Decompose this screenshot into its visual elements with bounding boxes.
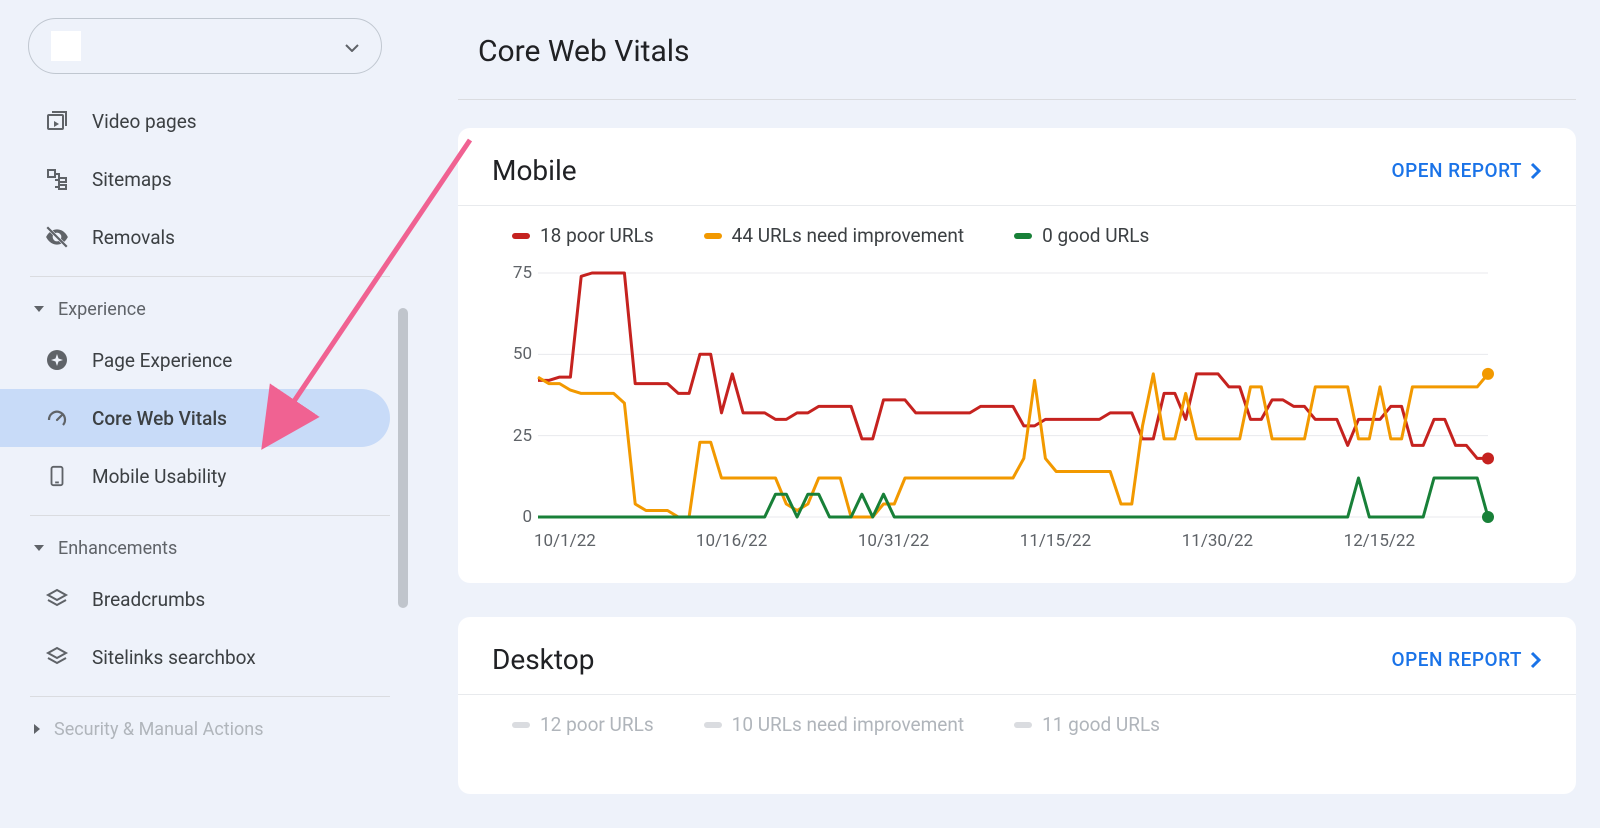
open-report-button[interactable]: OPEN REPORT [1392,159,1542,182]
card-title-mobile: Mobile [492,154,577,187]
speed-icon [44,405,70,431]
legend-swatch-ni [704,233,722,239]
sidebar-item-removals[interactable]: Removals [0,208,390,266]
mobile-chart: 0 25 50 75 10/1/22 10/16/22 10/31/22 11/15/22 1… [498,265,1542,561]
sitemaps-icon [44,166,70,192]
sidebar-item-label: Page Experience [92,349,232,372]
x-tick-label: 11/30/22 [1182,531,1253,551]
y-tick-label: 50 [498,344,532,364]
sidebar-item-mobile-usability[interactable]: Mobile Usability [0,447,390,505]
divider [30,515,390,516]
legend-label: 11 good URLs [1042,713,1160,736]
legend-good: 0 good URLs [1014,224,1149,247]
desktop-card: Desktop OPEN REPORT 12 poor URLs 10 URLs… [458,617,1576,794]
divider [458,99,1576,100]
x-tick-label: 10/16/22 [696,531,767,551]
video-pages-icon [44,108,70,134]
legend-poor: 18 poor URLs [512,224,654,247]
legend-swatch [704,722,722,728]
legend-swatch-poor [512,233,530,239]
group-label: Enhancements [58,538,177,559]
legend-label: 0 good URLs [1042,224,1149,247]
divider [30,696,390,697]
group-label: Experience [58,299,146,320]
chevron-down-icon [34,545,44,551]
y-tick-label: 25 [498,426,532,446]
main-content: Core Web Vitals Mobile OPEN REPORT 18 po… [410,0,1600,828]
sidebar-group-enhancements[interactable]: Enhancements [0,526,410,570]
chevron-down-icon [34,306,44,312]
chevron-right-icon [1530,651,1542,669]
layers-icon [44,586,70,612]
mobile-card: Mobile OPEN REPORT 18 poor URLs 44 URLs … [458,128,1576,583]
sidebar-item-video-pages[interactable]: Video pages [0,92,390,150]
x-tick-label: 12/15/22 [1344,531,1415,551]
sidebar-group-security[interactable]: Security & Manual Actions [0,707,410,751]
property-selector[interactable] [28,18,382,74]
open-report-button[interactable]: OPEN REPORT [1392,648,1542,671]
legend-label: 44 URLs need improvement [732,224,964,247]
sidebar-item-breadcrumbs[interactable]: Breadcrumbs [0,570,390,628]
divider [30,276,390,277]
x-tick-label: 10/31/22 [858,531,929,551]
sidebar: Video pages Sitemaps Removals Experience [0,0,410,828]
legend-good: 11 good URLs [1014,713,1160,736]
sidebar-item-label: Core Web Vitals [92,407,227,430]
property-thumbnail [51,31,81,61]
divider [458,694,1576,695]
page-experience-icon [44,347,70,373]
scrollbar-thumb[interactable] [398,308,408,608]
layers-icon [44,644,70,670]
legend-swatch [512,722,530,728]
legend-needs-improvement: 44 URLs need improvement [704,224,964,247]
sidebar-item-core-web-vitals[interactable]: Core Web Vitals [0,389,390,447]
legend-swatch-good [1014,233,1032,239]
legend-label: 18 poor URLs [540,224,654,247]
legend-needs-improvement: 10 URLs need improvement [704,713,964,736]
divider [458,205,1576,206]
legend-poor: 12 poor URLs [512,713,654,736]
chevron-down-icon [345,37,359,56]
page-title: Core Web Vitals [478,34,1576,69]
open-report-label: OPEN REPORT [1392,159,1522,182]
x-tick-label: 10/1/22 [534,531,596,551]
legend-swatch [1014,722,1032,728]
chevron-right-icon [1530,162,1542,180]
sidebar-item-label: Sitelinks searchbox [92,646,256,669]
chevron-right-icon [34,724,40,734]
legend-label: 10 URLs need improvement [732,713,964,736]
y-tick-label: 0 [498,507,532,527]
sidebar-item-sitemaps[interactable]: Sitemaps [0,150,390,208]
mobile-legend: 18 poor URLs 44 URLs need improvement 0 … [512,224,1542,247]
removals-icon [44,224,70,250]
sidebar-item-label: Video pages [92,110,197,133]
sidebar-item-sitelinks-searchbox[interactable]: Sitelinks searchbox [0,628,390,686]
mobile-icon [44,463,70,489]
x-tick-label: 11/15/22 [1020,531,1091,551]
open-report-label: OPEN REPORT [1392,648,1522,671]
sidebar-group-experience[interactable]: Experience [0,287,410,331]
chart-canvas [498,265,1498,525]
group-label: Security & Manual Actions [54,719,264,740]
sidebar-item-label: Mobile Usability [92,465,226,488]
sidebar-item-page-experience[interactable]: Page Experience [0,331,390,389]
sidebar-item-label: Removals [92,226,175,249]
legend-label: 12 poor URLs [540,713,654,736]
desktop-legend: 12 poor URLs 10 URLs need improvement 11… [512,713,1542,736]
sidebar-item-label: Breadcrumbs [92,588,205,611]
card-title-desktop: Desktop [492,643,594,676]
sidebar-item-label: Sitemaps [92,168,172,191]
y-tick-label: 75 [498,263,532,283]
